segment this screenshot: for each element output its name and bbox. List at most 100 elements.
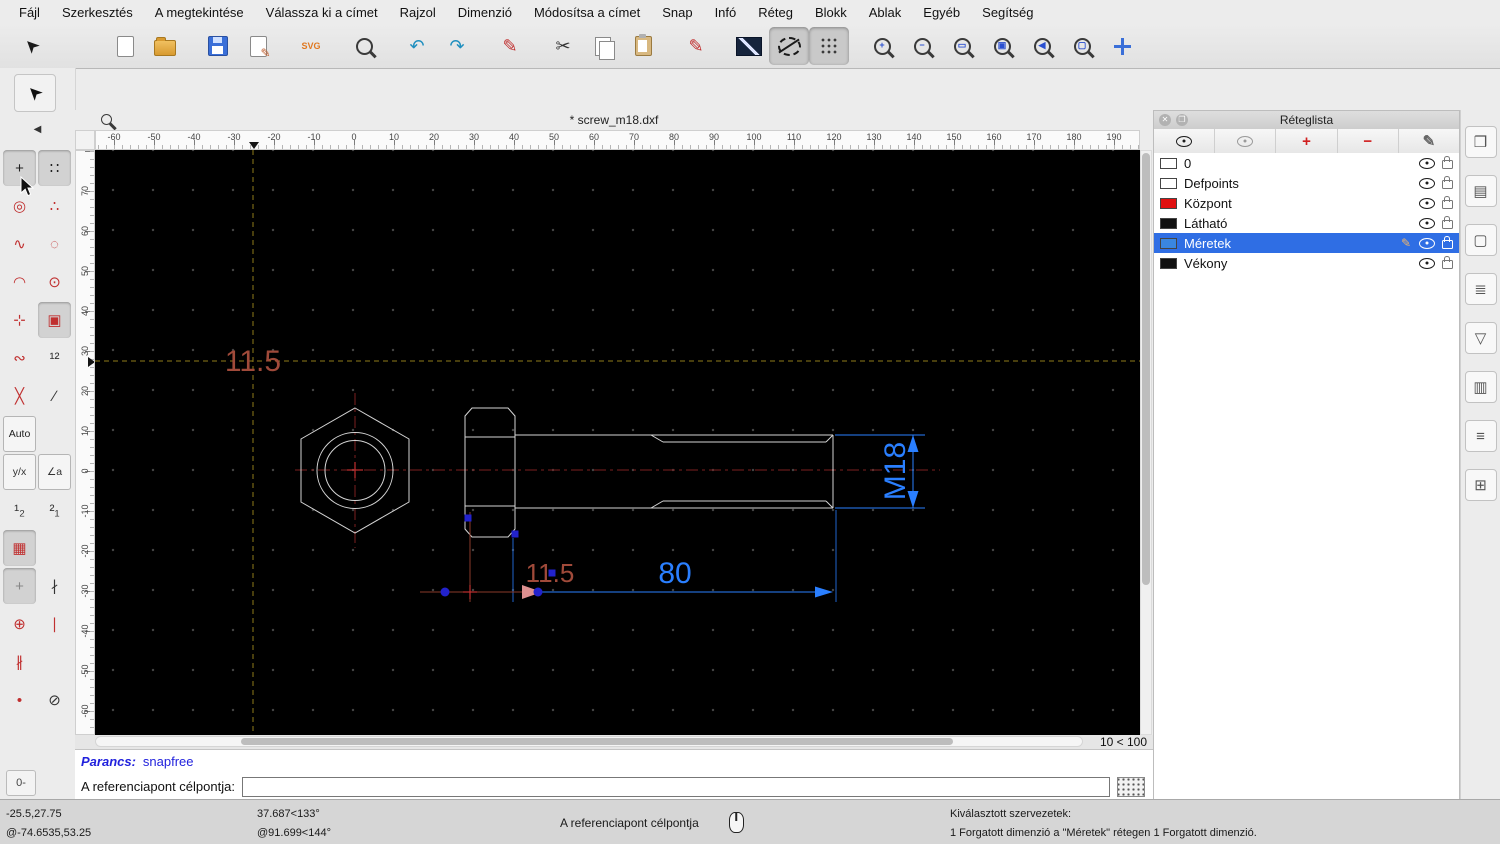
command-input[interactable] [241, 776, 1110, 797]
snap-free-button[interactable]: + [3, 150, 36, 186]
select-button[interactable]: ➤ [12, 27, 52, 65]
restrict-orthogonal-button[interactable]: ∕ [38, 378, 71, 414]
toggle-quick-info-button[interactable]: ▢ [1464, 224, 1497, 256]
edit-drawing-button[interactable] [238, 27, 278, 65]
show-all-layers-button[interactable] [1154, 129, 1216, 153]
toggle-block-list-button[interactable]: ▤ [1464, 175, 1497, 207]
open-file-button[interactable] [145, 27, 185, 65]
menu-item-Szerkesztés[interactable]: Szerkesztés [51, 5, 144, 20]
add-layer-button[interactable]: + [1276, 129, 1338, 153]
redo-button[interactable]: ↷ [437, 27, 477, 65]
layer-visibility-toggle[interactable] [1419, 177, 1435, 189]
snap-circle-plus-button[interactable]: ⊕ [3, 606, 36, 642]
horizontal-scrollbar-thumb[interactable] [241, 738, 953, 745]
dimension-m18[interactable]: M18 [835, 434, 925, 509]
new-file-button[interactable] [105, 27, 145, 65]
copy-button[interactable] [583, 27, 623, 65]
layer-visibility-toggle[interactable] [1419, 157, 1435, 169]
hatch-tool-button[interactable]: ∦ [3, 644, 36, 680]
snap-point-button[interactable]: • [3, 682, 36, 718]
menu-item-Ablak[interactable]: Ablak [858, 5, 913, 20]
toggle-selection-filter-button[interactable]: ▽ [1464, 322, 1497, 354]
menu-item-Blokk[interactable]: Blokk [804, 5, 858, 20]
menu-item-Dimenzió[interactable]: Dimenzió [447, 5, 523, 20]
layer-visibility-toggle[interactable] [1419, 237, 1435, 249]
edit-pen-button[interactable]: ✎ [676, 27, 716, 65]
menu-item-Egyéb[interactable]: Egyéb [912, 5, 971, 20]
order-1-2-button[interactable]: ¹₂ [3, 492, 36, 528]
menu-item-Fájl[interactable]: Fájl [8, 5, 51, 20]
snap-order-button[interactable]: ¹² [38, 340, 71, 376]
lock-relative-zero-button[interactable]: ⊘ [38, 682, 71, 718]
layer-visibility-toggle[interactable] [1419, 257, 1435, 269]
dim-top-label[interactable]: 11.5 [225, 345, 281, 378]
order-2-1-button[interactable]: ²₁ [38, 492, 71, 528]
restrict-vertical-button[interactable]: ∤ [38, 568, 71, 604]
menu-item-Módosítsa a címet[interactable]: Módosítsa a címet [523, 5, 651, 20]
layer-visibility-toggle[interactable] [1419, 197, 1435, 209]
hide-all-layers-button[interactable] [1215, 129, 1277, 153]
layer-lock-toggle[interactable] [1442, 156, 1453, 169]
snap-middle-button[interactable]: ◠ [3, 264, 36, 300]
modify-layer-button[interactable]: ✎ [1399, 129, 1459, 153]
snap-grid-point-button[interactable]: ▣ [38, 302, 71, 338]
pan-button[interactable] [1102, 27, 1142, 65]
layer-visibility-toggle[interactable] [1419, 217, 1435, 229]
toggle-command-widget-button[interactable]: ≡ [1464, 420, 1497, 452]
toggle-clipboard-button[interactable]: ⊞ [1464, 469, 1497, 501]
zoom-auto-button[interactable]: ▭ [942, 27, 982, 65]
dimension-80[interactable]: 80 [512, 510, 837, 602]
menu-item-Réteg[interactable]: Réteg [747, 5, 804, 20]
snap-endpoint-button[interactable]: ◎ [3, 188, 36, 224]
undo-button[interactable]: ↶ [397, 27, 437, 65]
panel-close-button[interactable]: ✕ [1159, 114, 1171, 126]
paste-button[interactable] [623, 27, 663, 65]
snap-intersection-button[interactable]: ╳ [3, 378, 36, 414]
zoom-selected-button[interactable]: ▣ [982, 27, 1022, 65]
remove-layer-button[interactable]: − [1338, 129, 1399, 153]
snap-auto-button[interactable]: Auto [3, 416, 36, 452]
highlight-entity-button[interactable]: ▦ [3, 530, 36, 566]
zoom-in-button[interactable]: + [862, 27, 902, 65]
draw-pen-button[interactable]: ✎ [490, 27, 530, 65]
palette-select-button[interactable]: ➤ [14, 74, 56, 112]
relative-zero-lock-button[interactable]: 0- [6, 770, 36, 796]
layer-lock-toggle[interactable] [1442, 236, 1453, 249]
svg-export-button[interactable]: SVG [291, 27, 331, 65]
keyboard-toggle-button[interactable] [1117, 776, 1145, 797]
snap-reference-button[interactable]: ⊙ [38, 264, 71, 300]
layer-row-0[interactable]: 0 [1154, 153, 1459, 173]
dim-length-label[interactable]: 80 [658, 557, 691, 590]
snap-distance-button[interactable]: ◌ [38, 226, 71, 262]
snap-on-entity-button[interactable]: ∴ [38, 188, 71, 224]
cut-button[interactable]: ✂ [543, 27, 583, 65]
layer-row-Defpoints[interactable]: Defpoints [1154, 173, 1459, 193]
snap-nearest-button[interactable]: ⊹ [3, 302, 36, 338]
zoom-previous-button[interactable]: ◀ [1022, 27, 1062, 65]
zoom-window-button[interactable]: ▢ [1062, 27, 1102, 65]
snap-freehand-button[interactable]: ∾ [3, 340, 36, 376]
vertical-scrollbar[interactable] [1140, 150, 1152, 735]
restrict-horizontal-button[interactable]: ∣ [38, 606, 71, 642]
set-relative-zero-button[interactable]: + [3, 568, 36, 604]
snap-grid-button[interactable]: ∷ [38, 150, 71, 186]
bolt-side-view[interactable] [464, 407, 834, 538]
layer-row-Méretek[interactable]: Méretek ✎ [1154, 233, 1459, 253]
layer-row-Vékony[interactable]: Vékony [1154, 253, 1459, 273]
snap-grid-toolbar-button[interactable] [809, 27, 849, 65]
toggle-matrix-widget-button[interactable]: ▥ [1464, 371, 1497, 403]
drawing-canvas[interactable]: M18 80 11.5 11.5 [95, 150, 1140, 735]
coords-cartesian-button[interactable]: y/x [3, 454, 36, 490]
toggle-entity-list-button[interactable]: ≣ [1464, 273, 1497, 305]
menu-item-A megtekintése[interactable]: A megtekintése [144, 5, 255, 20]
print-preview-button[interactable] [344, 27, 384, 65]
palette-collapse-handle[interactable]: ◀ [0, 124, 75, 135]
layer-lock-toggle[interactable] [1442, 176, 1453, 189]
toggle-library-browser-button[interactable]: ❒ [1464, 126, 1497, 158]
menu-item-Infó[interactable]: Infó [704, 5, 748, 20]
layer-row-Látható[interactable]: Látható [1154, 213, 1459, 233]
layer-lock-toggle[interactable] [1442, 196, 1453, 209]
menu-item-Rajzol[interactable]: Rajzol [389, 5, 447, 20]
snap-center-button[interactable]: ∿ [3, 226, 36, 262]
zoom-out-button[interactable]: − [902, 27, 942, 65]
